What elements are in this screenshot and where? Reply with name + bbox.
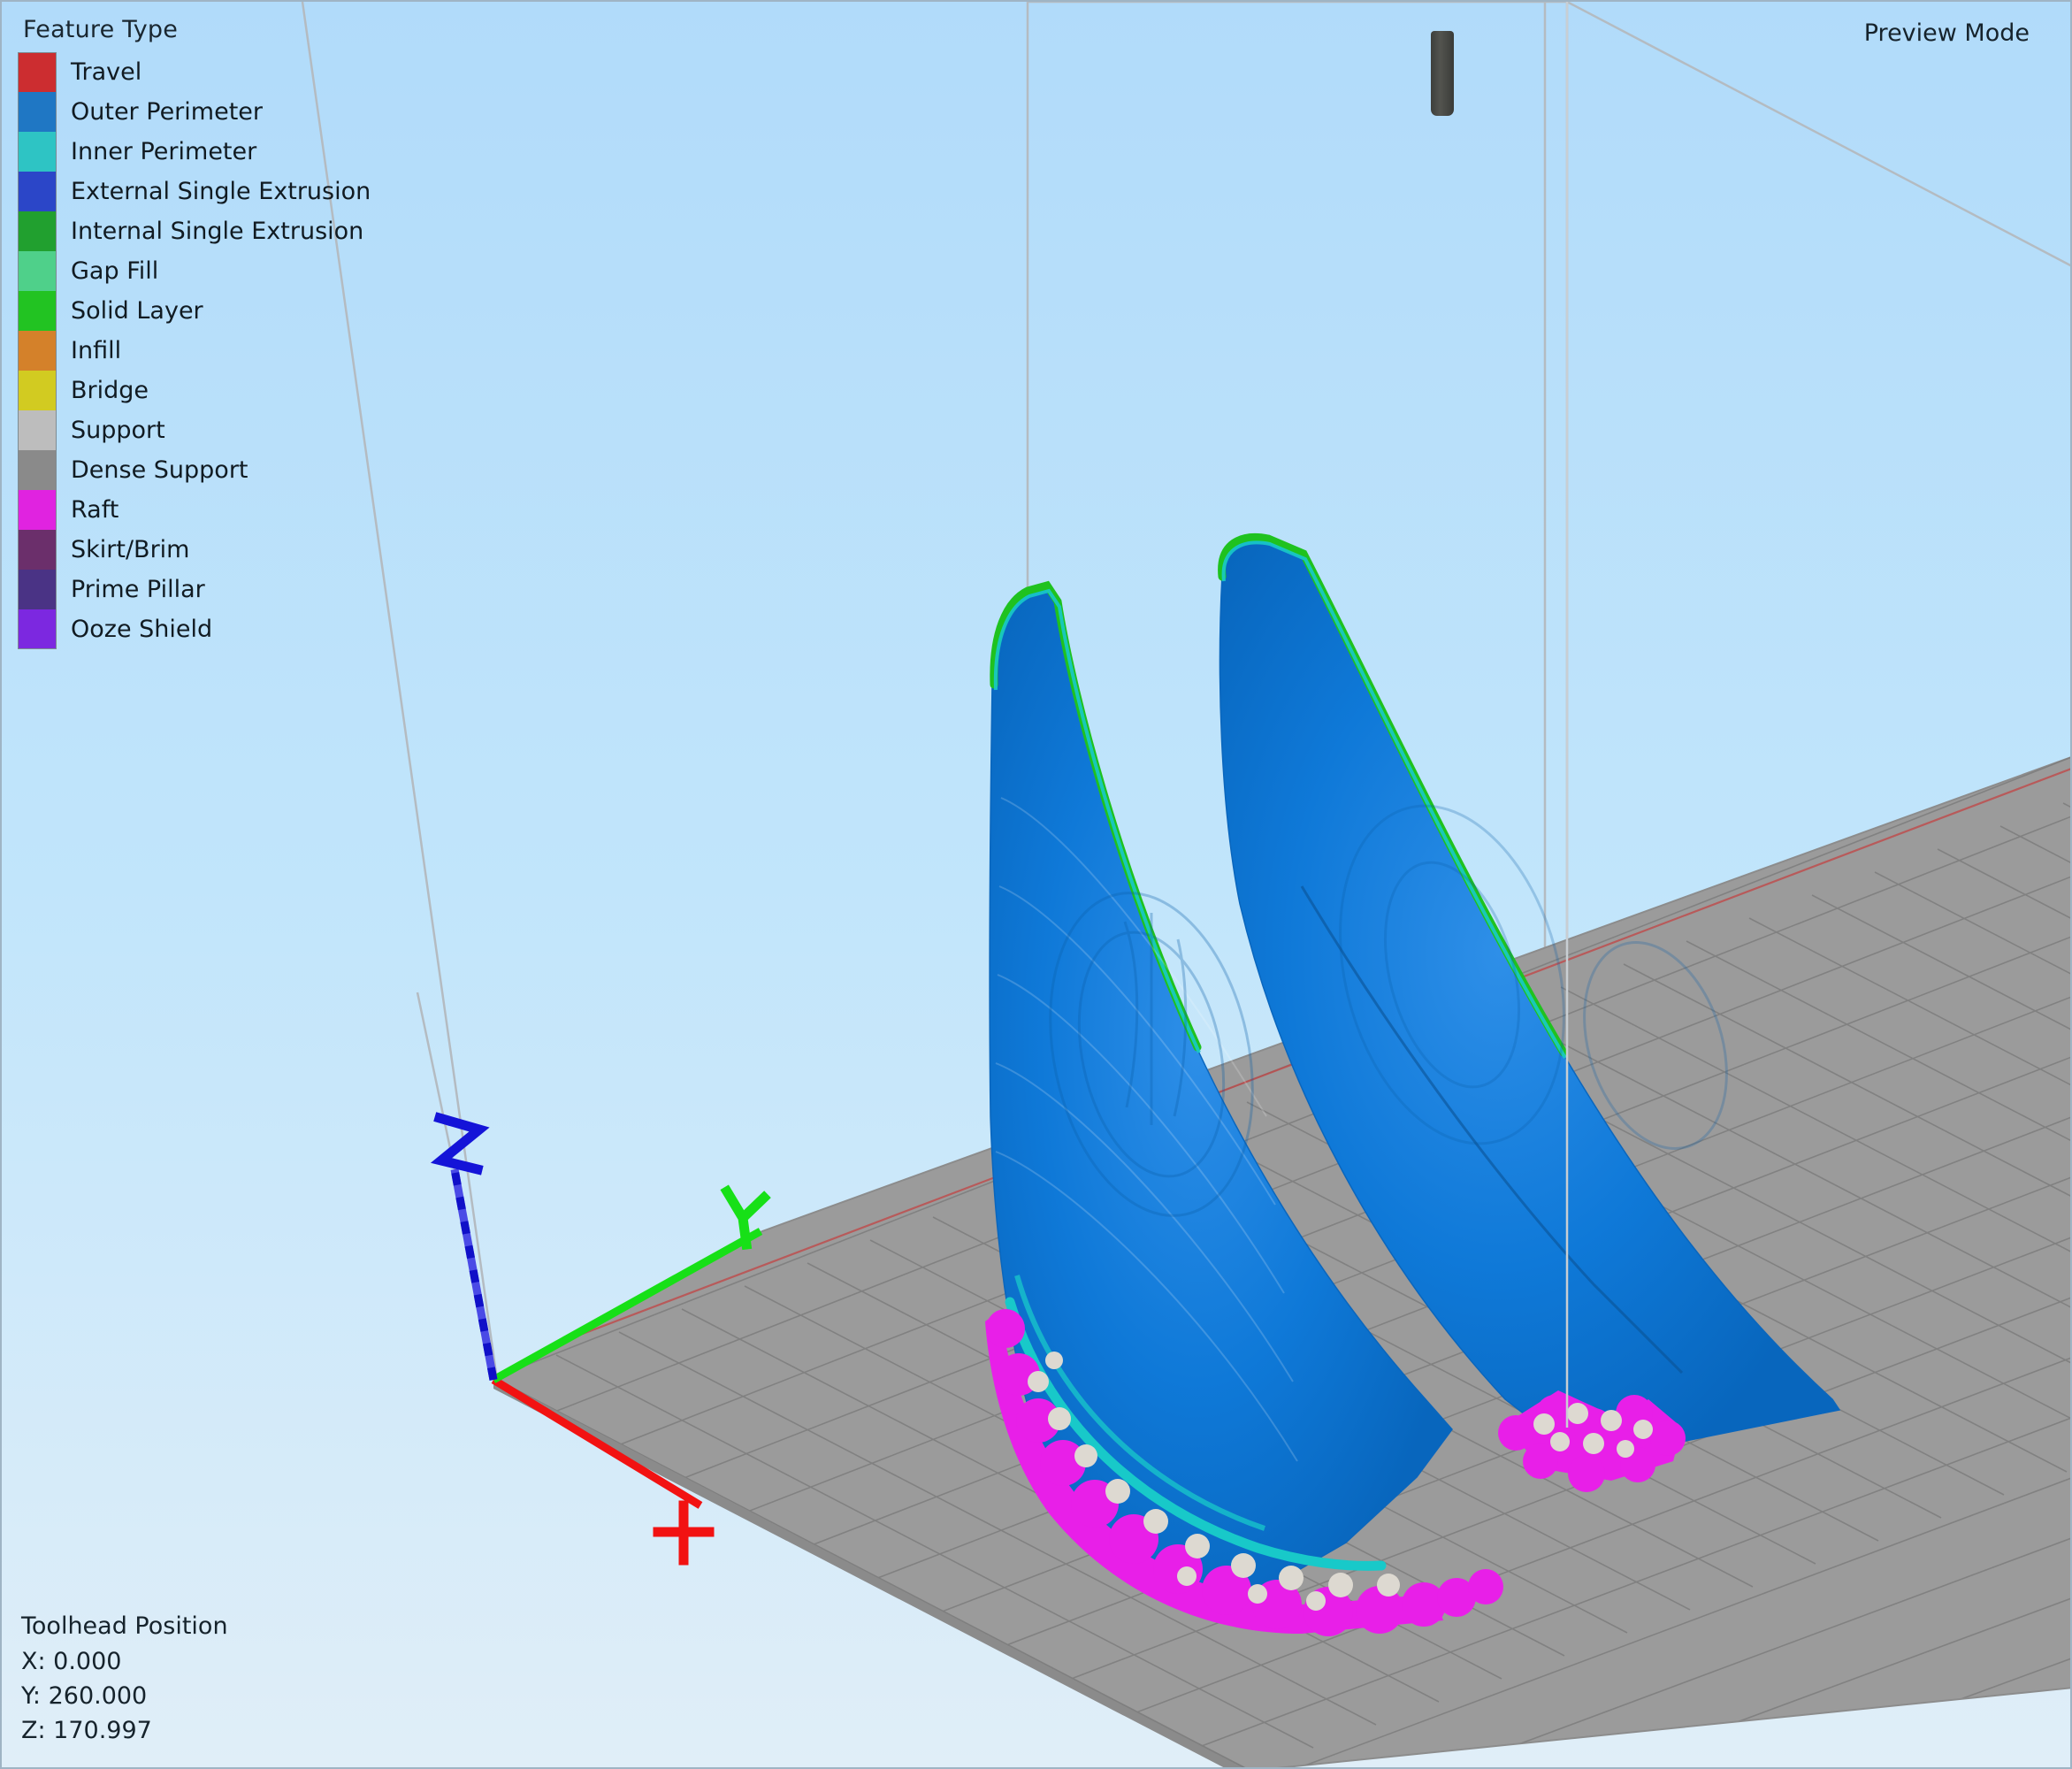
legend-row[interactable]: Travel — [18, 52, 371, 92]
legend-row[interactable]: Solid Layer — [18, 291, 371, 331]
legend-color-swatch — [18, 211, 57, 251]
legend-color-swatch — [18, 52, 57, 92]
legend-color-swatch — [18, 251, 57, 291]
legend-item-label: Dense Support — [71, 456, 248, 484]
legend-color-swatch — [18, 570, 57, 609]
legend-row[interactable]: Skirt/Brim — [18, 530, 371, 570]
preview-mode-label: Preview Mode — [1863, 19, 2030, 47]
legend-color-swatch — [18, 371, 57, 410]
legend-row[interactable]: External Single Extrusion — [18, 172, 371, 211]
legend-row[interactable]: Dense Support — [18, 450, 371, 490]
legend-row[interactable]: Raft — [18, 490, 371, 530]
legend-item-label: Bridge — [71, 377, 149, 404]
legend-color-swatch — [18, 331, 57, 371]
legend-row-list: Travel Outer Perimeter Inner Perimeter Exte… — [18, 52, 371, 649]
legend-item-label: Ooze Shield — [71, 616, 213, 643]
legend-color-swatch — [18, 609, 57, 649]
legend-row[interactable]: Bridge — [18, 371, 371, 410]
legend-item-label: Support — [71, 417, 165, 444]
legend-row[interactable]: Prime Pillar — [18, 570, 371, 609]
legend-color-swatch — [18, 291, 57, 331]
toolhead-z-row: Z: 170.997 — [21, 1716, 152, 1744]
slicer-preview-window: Feature Type Travel Outer Perimeter Inner … — [0, 0, 2072, 1769]
legend-row[interactable]: Outer Perimeter — [18, 92, 371, 132]
legend-row[interactable]: Infill — [18, 331, 371, 371]
legend-item-label: External Single Extrusion — [71, 178, 371, 205]
legend-item-label: Prime Pillar — [71, 576, 205, 603]
legend-color-swatch — [18, 410, 57, 450]
legend-item-label: Gap Fill — [71, 257, 159, 285]
feature-type-legend: Feature Type Travel Outer Perimeter Inner … — [18, 18, 371, 649]
legend-row[interactable]: Gap Fill — [18, 251, 371, 291]
legend-row[interactable]: Ooze Shield — [18, 609, 371, 649]
legend-title: Feature Type — [23, 16, 179, 43]
legend-item-label: Raft — [71, 496, 119, 524]
legend-color-swatch — [18, 490, 57, 530]
nozzle-indicator — [1431, 31, 1454, 116]
legend-item-label: Outer Perimeter — [71, 98, 263, 126]
legend-color-swatch — [18, 132, 57, 172]
toolhead-title: Toolhead Position — [21, 1612, 228, 1641]
legend-row[interactable]: Support — [18, 410, 371, 450]
legend-row[interactable]: Internal Single Extrusion — [18, 211, 371, 251]
legend-color-swatch — [18, 92, 57, 132]
toolhead-y-row: Y: 260.000 — [21, 1681, 148, 1710]
legend-item-label: Skirt/Brim — [71, 536, 190, 563]
legend-item-label: Solid Layer — [71, 297, 203, 325]
legend-item-label: Internal Single Extrusion — [71, 218, 364, 245]
legend-color-swatch — [18, 172, 57, 211]
legend-item-label: Travel — [71, 58, 142, 86]
legend-row[interactable]: Inner Perimeter — [18, 132, 371, 172]
legend-item-label: Inner Perimeter — [71, 138, 257, 165]
legend-color-swatch — [18, 530, 57, 570]
toolhead-x-row: X: 0.000 — [21, 1647, 122, 1675]
legend-color-swatch — [18, 450, 57, 490]
toolhead-position-readout: Toolhead Position X: 0.000 Y: 260.000 Z:… — [21, 1609, 228, 1748]
legend-item-label: Infill — [71, 337, 122, 364]
